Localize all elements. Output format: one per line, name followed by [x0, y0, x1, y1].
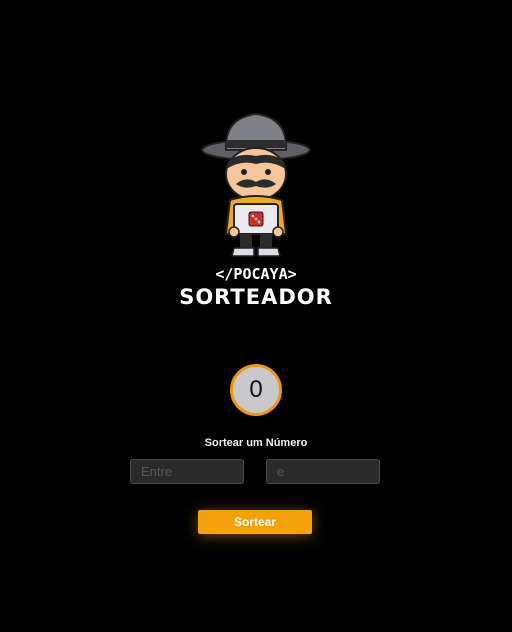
logo-brand: SORTEADOR [179, 285, 333, 309]
max-number-input[interactable] [266, 459, 380, 484]
mascot-logo: </POCAYA> SORTEADOR [179, 112, 333, 309]
result-value: 0 [249, 376, 263, 403]
draw-button[interactable]: Sortear [198, 510, 312, 534]
dice-icon [248, 211, 264, 227]
min-number-input[interactable] [130, 459, 244, 484]
page: </POCAYA> SORTEADOR 0 Sortear um Número … [0, 0, 512, 632]
logo-tagline: </POCAYA> [215, 265, 296, 283]
form-label: Sortear um Número [204, 437, 308, 449]
result-display: 0 [230, 364, 282, 416]
